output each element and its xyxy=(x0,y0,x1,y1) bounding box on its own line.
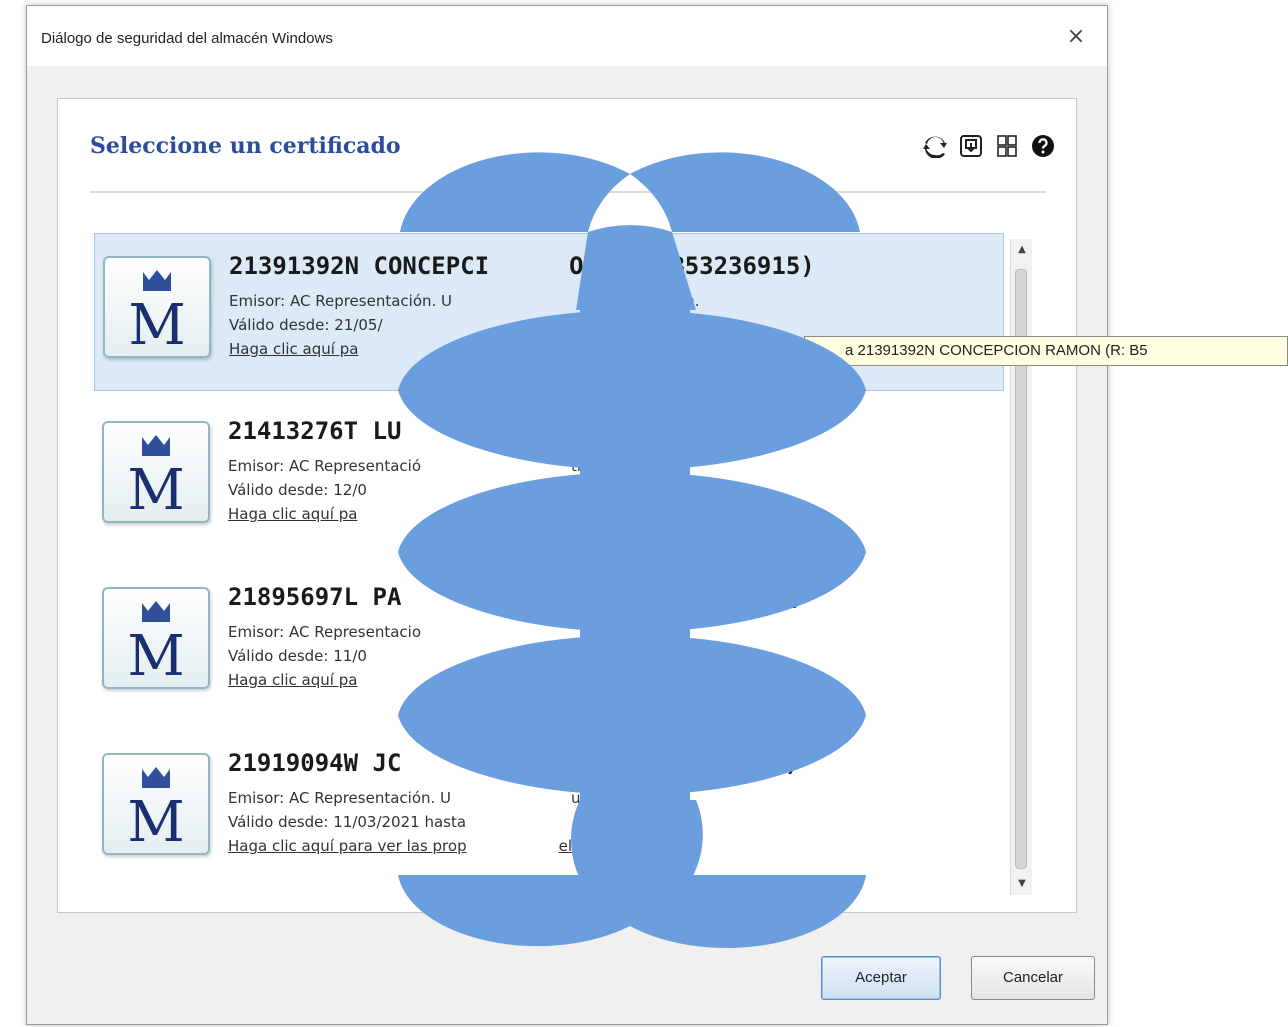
certificate-validity: Válido desde: 11/03/2021 hasta 3 xyxy=(228,813,594,831)
svg-text:M: M xyxy=(127,458,184,521)
svg-text:M: M xyxy=(127,624,184,687)
close-button[interactable]: × xyxy=(1059,20,1093,54)
toolbar xyxy=(922,133,1056,159)
certificate-name: 21895697L PA 3256) xyxy=(228,583,804,611)
certificate-properties-link[interactable]: Haga clic aquí pa xyxy=(228,671,357,689)
scroll-down-arrow-icon[interactable]: ▼ xyxy=(1013,875,1031,893)
certificate-issuer: Emisor: AC Representacio cación. xyxy=(228,623,651,641)
certificate-issuer: Emisor: AC Representació ticación. xyxy=(228,457,635,475)
certificate-name: 21391392N CONCEPCI ON (R: B53236915) xyxy=(229,252,815,280)
heading-divider xyxy=(90,191,1046,193)
certificate-tooltip: a 21391392N CONCEPCION RAMON (R: B5 xyxy=(804,336,1288,366)
certificate-properties-link[interactable]: Haga clic aquí pa xyxy=(228,505,357,523)
help-icon[interactable] xyxy=(1030,133,1056,159)
certificate-issuer: Emisor: AC Representación. Uutenticación… xyxy=(229,292,700,310)
certificate-properties-link[interactable]: Haga clic aquí pa xyxy=(229,340,358,358)
title-bar[interactable]: Diálogo de seguridad del almacén Windows… xyxy=(27,6,1107,66)
panel-heading: Seleccione un certificado xyxy=(90,133,401,159)
certificate-name: 21919094W JC 194) xyxy=(228,749,800,777)
security-dialog-window: Diálogo de seguridad del almacén Windows… xyxy=(26,5,1108,1025)
import-icon[interactable] xyxy=(958,133,984,159)
refresh-icon[interactable] xyxy=(922,133,948,159)
certificate-item[interactable]: M 21895697L PA 3256) Emisor: AC Represent… xyxy=(94,565,1004,723)
certificate-validity: Válido desde: 11/0 xyxy=(228,647,367,665)
cancel-button[interactable]: Cancelar xyxy=(971,956,1095,1000)
accept-button[interactable]: Aceptar xyxy=(821,956,941,1000)
scroll-up-arrow-icon[interactable]: ▲ xyxy=(1013,241,1031,259)
certificate-properties-link[interactable]: Haga clic aquí para ver las prop el certi… xyxy=(228,837,656,855)
certificate-name: 21413276T LU xyxy=(228,417,402,445)
fnmt-crown-logo-icon: M xyxy=(102,753,210,855)
certificate-validity: Válido desde: 21/05/ xyxy=(229,316,383,334)
window-title: Diálogo de seguridad del almacén Windows xyxy=(41,30,333,47)
fnmt-crown-logo-icon: M xyxy=(103,256,211,358)
svg-text:M: M xyxy=(128,293,185,356)
details-icon[interactable] xyxy=(994,133,1020,159)
certificate-list: M 21391392N CONCEPCI ON (R: B53236915) Em… xyxy=(94,233,1004,893)
certificate-item[interactable]: M 21919094W JC 194) Emisor: AC Representa… xyxy=(94,731,1004,889)
fnmt-crown-logo-icon: M xyxy=(102,421,210,523)
fnmt-crown-logo-icon: M xyxy=(102,587,210,689)
svg-text:M: M xyxy=(127,790,184,853)
certificate-item[interactable]: M 21391392N CONCEPCI ON (R: B53236915) Em… xyxy=(94,233,1004,391)
certificate-item[interactable]: M 21413276T LU Emisor: AC Representació t… xyxy=(94,399,1004,557)
certificate-panel: Seleccione un certificado M 21391392N CO… xyxy=(57,98,1077,913)
certificate-validity: Válido desde: 12/0 xyxy=(228,481,367,499)
certificate-issuer: Emisor: AC Representación. Uutenticación… xyxy=(228,789,669,807)
